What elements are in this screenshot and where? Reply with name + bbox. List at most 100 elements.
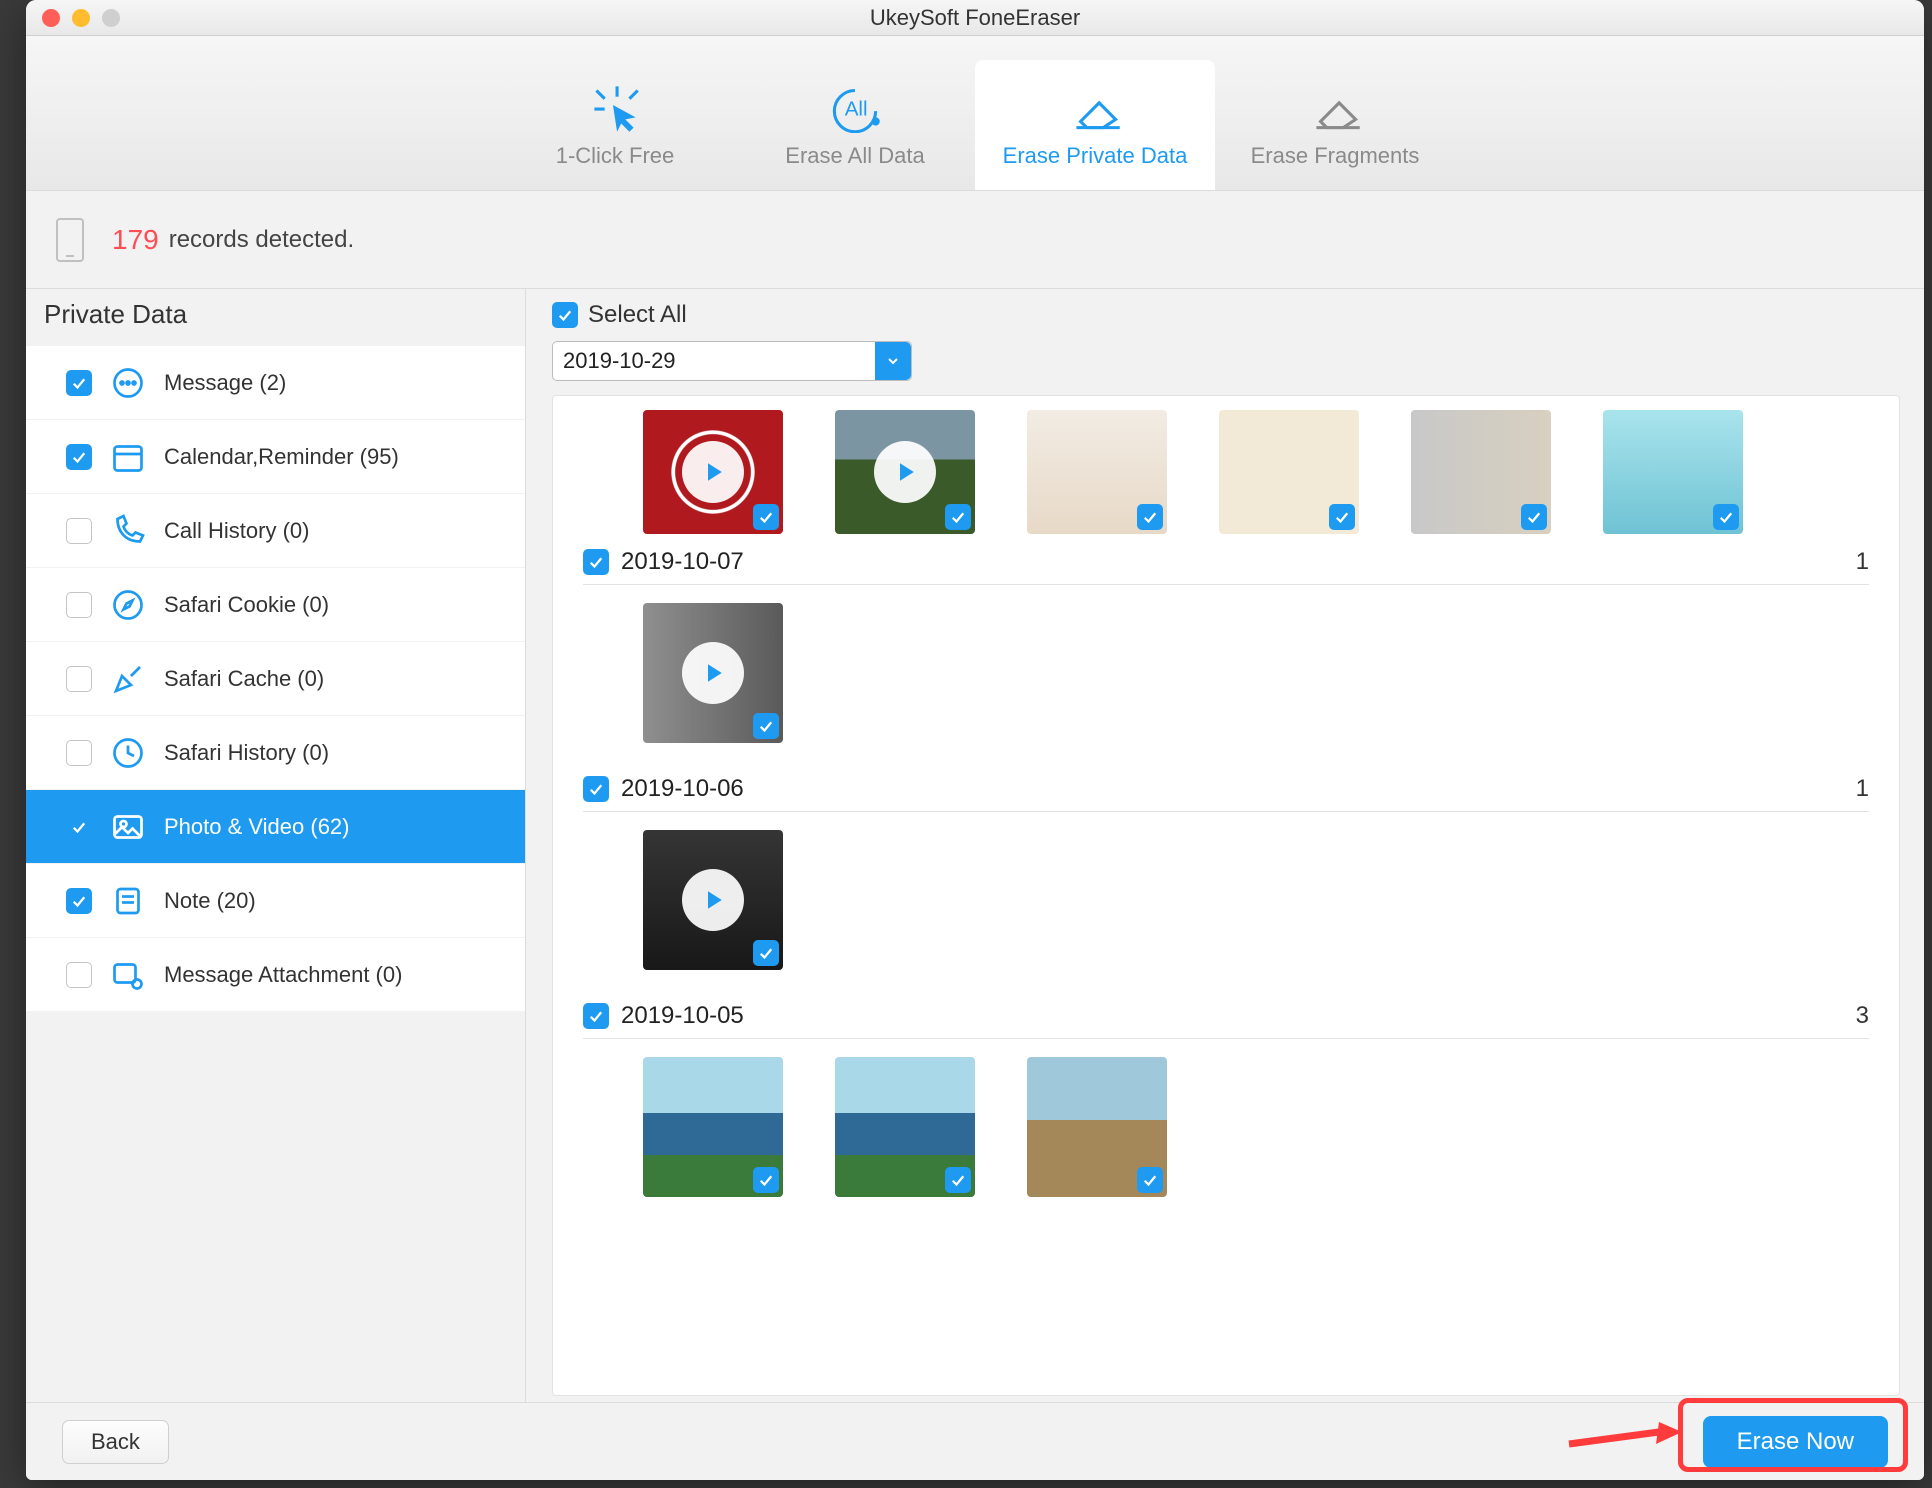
date-count: 1 — [1856, 775, 1869, 803]
select-all-label: Select All — [588, 301, 687, 329]
date-header: 2019-10-06 1 — [583, 767, 1869, 812]
clock-icon — [110, 735, 146, 771]
tab-label: Erase All Data — [785, 143, 924, 169]
date-filter-select[interactable]: 2019-10-29 — [552, 341, 912, 381]
category-label: Calendar,Reminder (95) — [164, 444, 399, 470]
checkbox[interactable] — [66, 444, 92, 470]
checkbox[interactable] — [66, 814, 92, 840]
phone-call-icon — [110, 513, 146, 549]
category-message-attachment[interactable]: Message Attachment (0) — [26, 938, 525, 1012]
category-label: Call History (0) — [164, 518, 309, 544]
category-calendar[interactable]: Calendar,Reminder (95) — [26, 420, 525, 494]
record-count: 179 — [112, 224, 159, 256]
note-icon — [110, 883, 146, 919]
thumb-checkbox[interactable] — [753, 713, 779, 739]
play-icon — [682, 869, 744, 931]
date-count: 3 — [1856, 1002, 1869, 1030]
thumbnail-item[interactable] — [1411, 410, 1551, 534]
tab-label: Erase Private Data — [1003, 143, 1188, 169]
image-icon — [110, 809, 146, 845]
date-header: 2019-10-07 1 — [583, 540, 1869, 585]
close-window-button[interactable] — [42, 9, 60, 27]
date-label: 2019-10-07 — [621, 548, 744, 576]
category-safari-cache[interactable]: Safari Cache (0) — [26, 642, 525, 716]
compass-icon — [110, 587, 146, 623]
category-safari-history[interactable]: Safari History (0) — [26, 716, 525, 790]
date-count: 1 — [1856, 548, 1869, 576]
thumb-checkbox[interactable] — [1137, 504, 1163, 530]
tab-erase-private[interactable]: Erase Private Data — [975, 60, 1215, 190]
category-safari-cookie[interactable]: Safari Cookie (0) — [26, 568, 525, 642]
thumbnail-item[interactable] — [835, 1057, 975, 1197]
thumb-checkbox[interactable] — [945, 1167, 971, 1193]
checkbox[interactable] — [66, 370, 92, 396]
window-controls — [42, 9, 120, 27]
eraser-private-icon — [1062, 81, 1128, 133]
status-bar: 179 records detected. — [26, 191, 1924, 289]
thumb-checkbox[interactable] — [753, 504, 779, 530]
category-label: Message Attachment (0) — [164, 962, 402, 988]
phone-icon — [56, 218, 84, 262]
category-note[interactable]: Note (20) — [26, 864, 525, 938]
category-label: Message (2) — [164, 370, 286, 396]
thumb-checkbox[interactable] — [1521, 504, 1547, 530]
thumb-checkbox[interactable] — [1329, 504, 1355, 530]
tab-erase-all[interactable]: All Erase All Data — [735, 60, 975, 190]
category-message[interactable]: Message (2) — [26, 346, 525, 420]
svg-text:All: All — [845, 97, 868, 120]
date-checkbox[interactable] — [583, 1003, 609, 1029]
checkbox[interactable] — [66, 962, 92, 988]
thumbnail-item[interactable] — [1027, 1057, 1167, 1197]
select-all-checkbox[interactable] — [552, 302, 578, 328]
category-label: Safari History (0) — [164, 740, 329, 766]
thumbnail-item[interactable] — [835, 410, 975, 534]
thumb-checkbox[interactable] — [753, 940, 779, 966]
tab-label: Erase Fragments — [1251, 143, 1420, 169]
thumbnail-item[interactable] — [643, 1057, 783, 1197]
main-panel: Select All 2019-10-29 — [528, 289, 1924, 1402]
chevron-down-icon — [875, 342, 911, 380]
thumbnail-item[interactable] — [1027, 410, 1167, 534]
play-icon — [682, 642, 744, 704]
attachment-icon — [110, 957, 146, 993]
thumb-checkbox[interactable] — [1713, 504, 1739, 530]
erase-all-icon: All — [822, 81, 888, 133]
checkbox[interactable] — [66, 666, 92, 692]
tab-erase-fragments[interactable]: Erase Fragments — [1215, 60, 1455, 190]
checkbox[interactable] — [66, 888, 92, 914]
minimize-window-button[interactable] — [72, 9, 90, 27]
cursor-spark-icon — [582, 81, 648, 133]
tab-label: 1-Click Free — [556, 143, 675, 169]
thumbnail-item[interactable] — [643, 830, 783, 970]
checkbox[interactable] — [66, 518, 92, 544]
date-label: 2019-10-05 — [621, 1002, 744, 1030]
thumbnail-item[interactable] — [643, 603, 783, 743]
play-icon — [682, 441, 744, 503]
date-header: 2019-10-05 3 — [583, 994, 1869, 1039]
thumbnail-item[interactable] — [1219, 410, 1359, 534]
category-photo-video[interactable]: Photo & Video (62) — [26, 790, 525, 864]
sidebar-title: Private Data — [26, 289, 525, 346]
category-label: Safari Cache (0) — [164, 666, 324, 692]
zoom-window-button[interactable] — [102, 9, 120, 27]
thumbnail-item[interactable] — [643, 410, 783, 534]
checkbox[interactable] — [66, 592, 92, 618]
titlebar: UkeySoft FoneEraser — [26, 0, 1924, 36]
thumbnail-item[interactable] — [1603, 410, 1743, 534]
back-button[interactable]: Back — [62, 1420, 169, 1464]
thumbnail-gallery[interactable]: 2019-10-07 1 2019-10-06 1 — [552, 395, 1900, 1396]
erase-now-button[interactable]: Erase Now — [1703, 1416, 1888, 1468]
eraser-fragments-icon — [1302, 81, 1368, 133]
date-checkbox[interactable] — [583, 549, 609, 575]
message-icon — [110, 365, 146, 401]
toolbar: 1-Click Free All Erase All Data Erase Pr… — [26, 36, 1924, 191]
category-call-history[interactable]: Call History (0) — [26, 494, 525, 568]
thumb-checkbox[interactable] — [1137, 1167, 1163, 1193]
thumb-checkbox[interactable] — [753, 1167, 779, 1193]
thumb-checkbox[interactable] — [945, 504, 971, 530]
date-checkbox[interactable] — [583, 776, 609, 802]
category-label: Photo & Video (62) — [164, 814, 350, 840]
brush-icon — [110, 661, 146, 697]
tab-1click-free[interactable]: 1-Click Free — [495, 60, 735, 190]
checkbox[interactable] — [66, 740, 92, 766]
